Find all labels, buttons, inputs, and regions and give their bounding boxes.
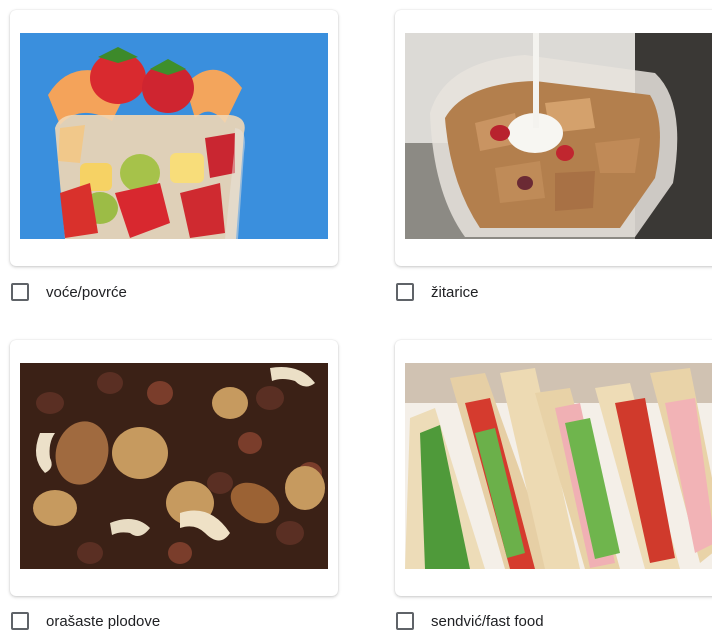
option-card-cereal[interactable]: [395, 10, 712, 266]
option-cereal-checkbox[interactable]: [396, 283, 414, 301]
fruit-salad-image: [20, 33, 328, 239]
option-nuts-checkbox[interactable]: [11, 612, 29, 630]
cereal-bowl-image: [405, 33, 712, 239]
sandwich-image: [405, 363, 712, 569]
option-sandwich[interactable]: sendvić/fast food: [396, 612, 544, 630]
option-cereal[interactable]: žitarice: [396, 283, 479, 301]
option-nuts-label: orašaste plodove: [46, 612, 161, 630]
option-card-nuts[interactable]: [10, 340, 338, 596]
option-card-sandwich[interactable]: [395, 340, 712, 596]
option-fruit-label: voće/povrće: [46, 283, 127, 301]
mixed-nuts-image: [20, 363, 328, 569]
option-fruit-checkbox[interactable]: [11, 283, 29, 301]
option-fruit[interactable]: voće/povrće: [11, 283, 127, 301]
option-sandwich-checkbox[interactable]: [396, 612, 414, 630]
option-nuts[interactable]: orašaste plodove: [11, 612, 160, 630]
option-card-fruit[interactable]: [10, 10, 338, 266]
option-sandwich-label: sendvić/fast food: [431, 612, 544, 630]
option-cereal-label: žitarice: [431, 283, 479, 301]
